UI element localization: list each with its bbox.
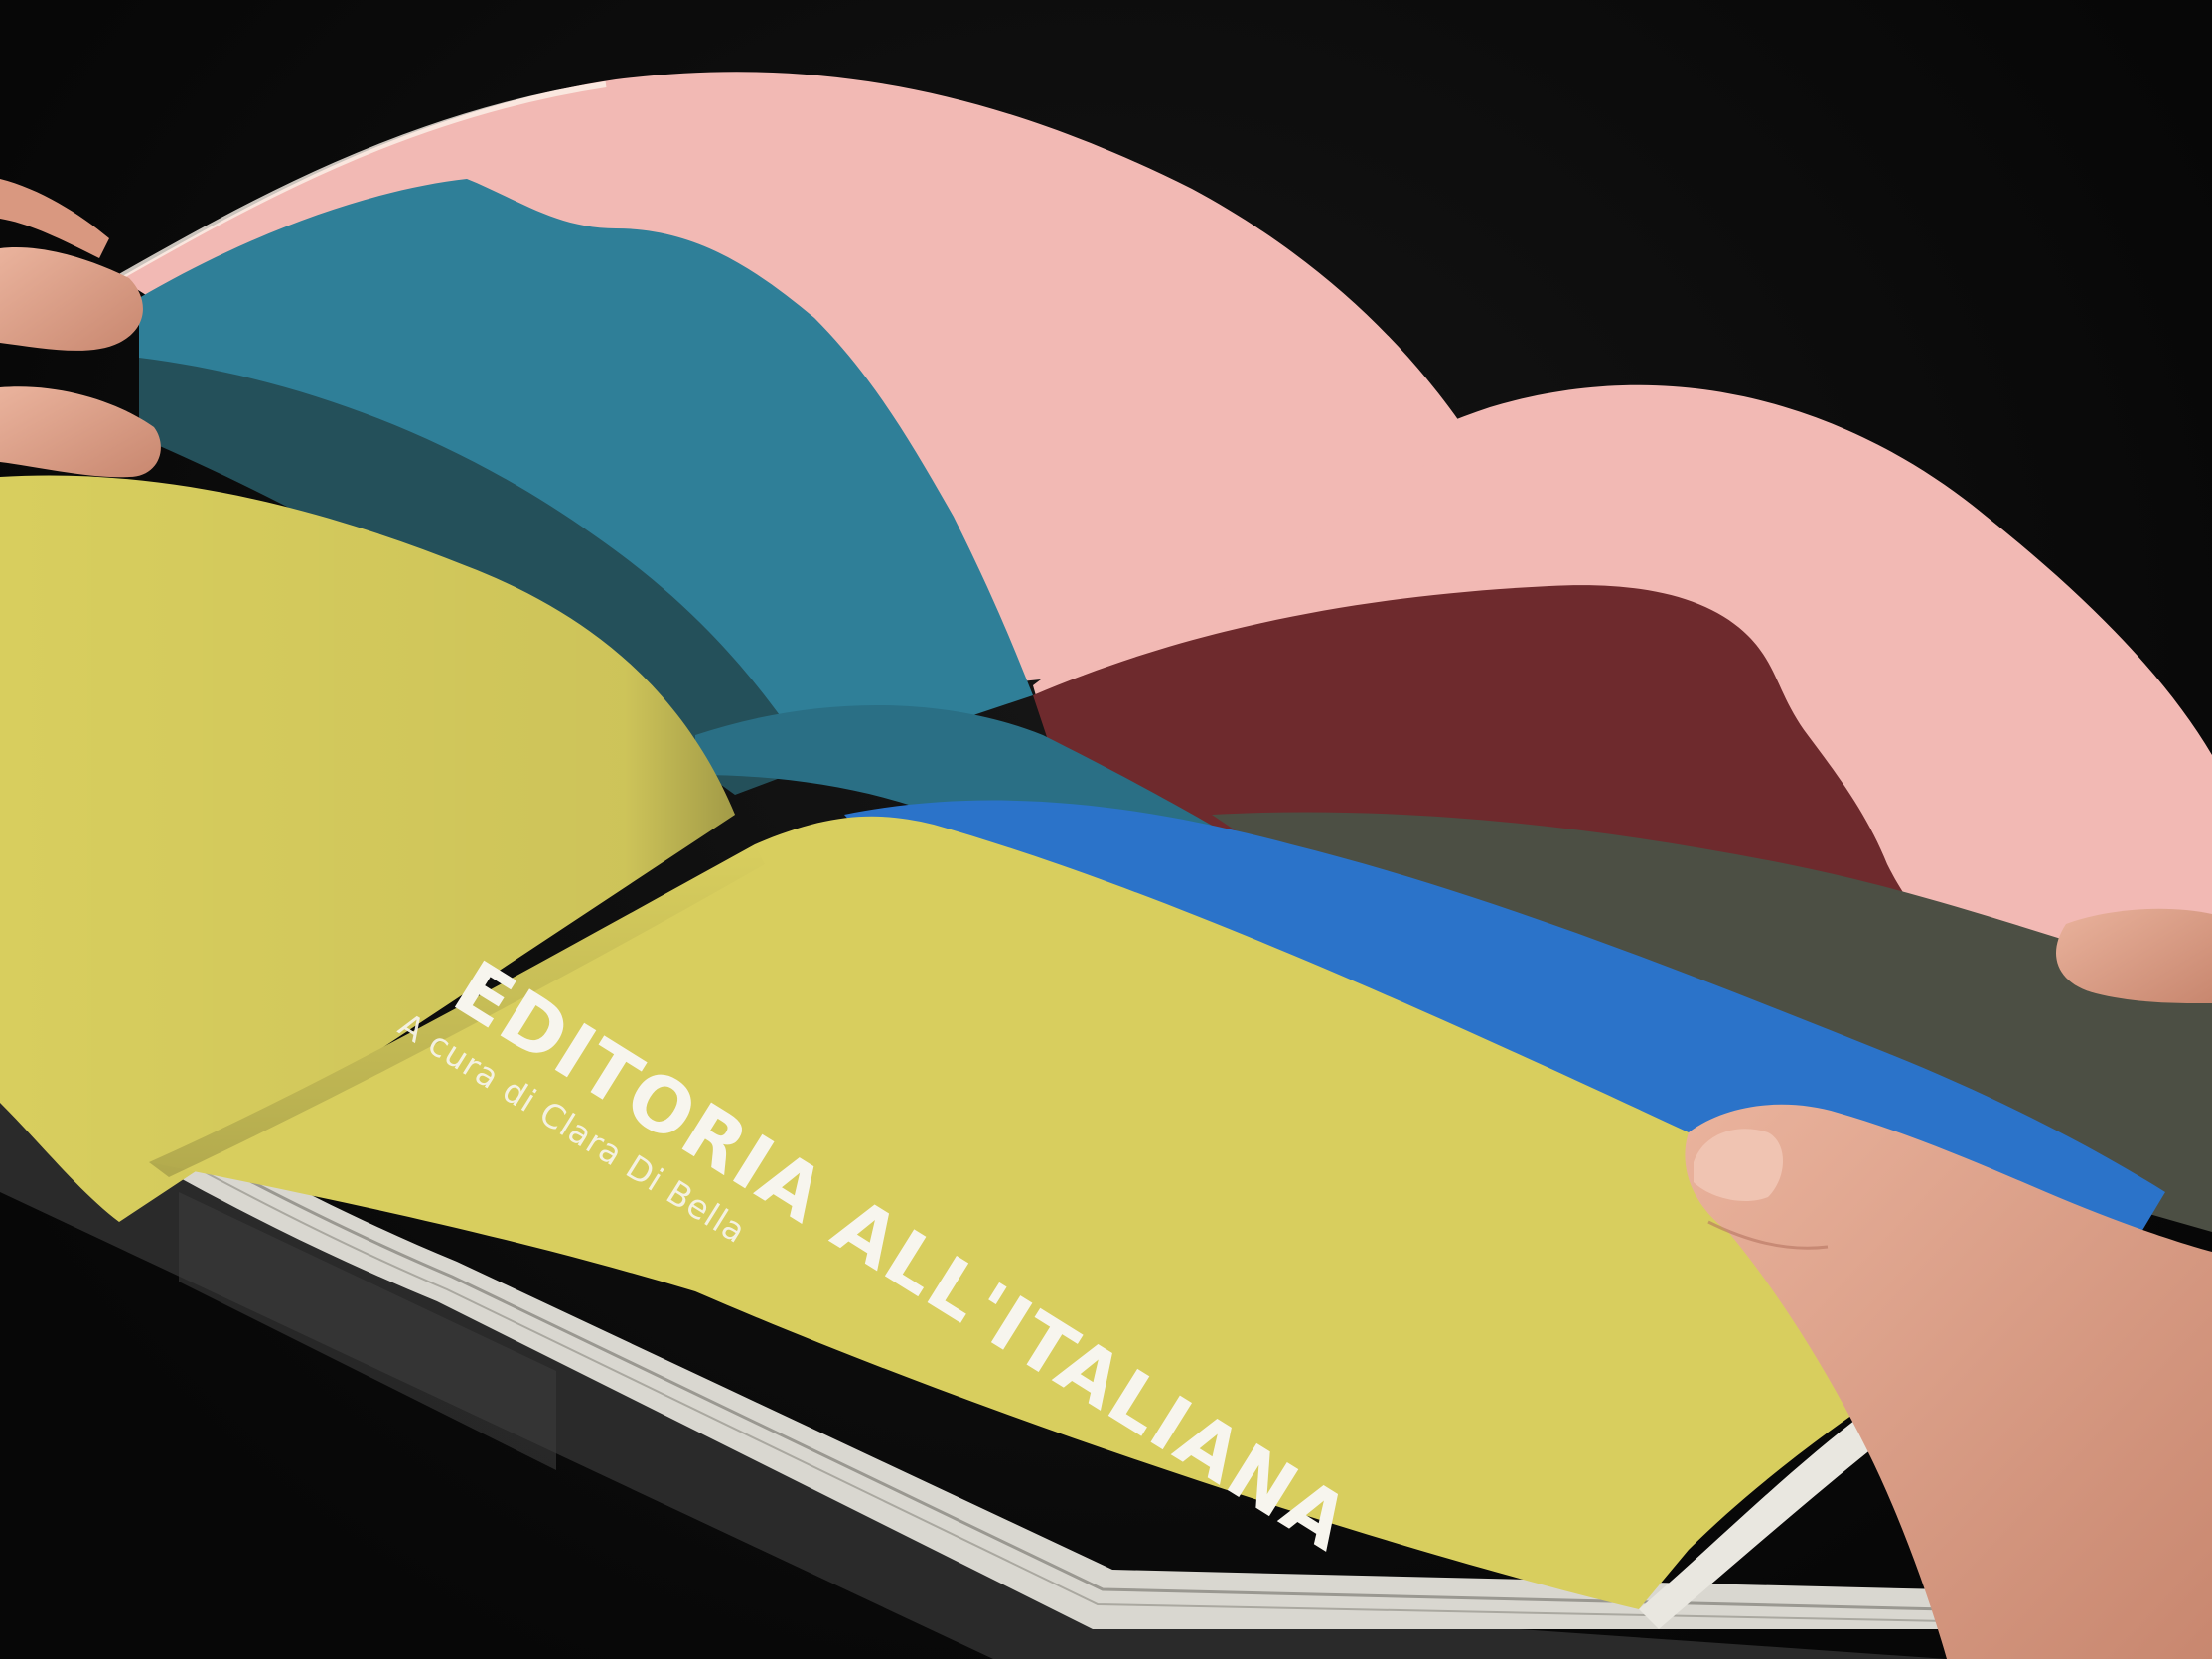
book-scene: EDITORIA ALL'ITALIANA A cura di Clara Di… <box>0 72 2212 1659</box>
left-hand <box>0 179 161 478</box>
photo-stage: EDITORIA ALL'ITALIANA A cura di Clara Di… <box>0 0 2212 1659</box>
